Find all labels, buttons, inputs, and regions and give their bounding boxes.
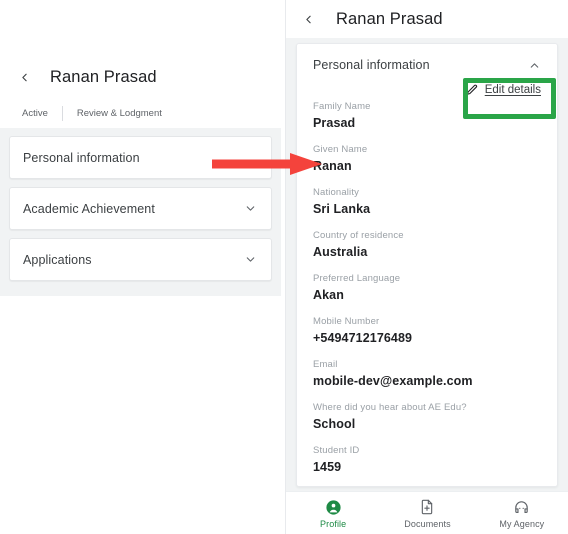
app-root: Ranan Prasad Active Review & Lodgment Pe… <box>0 0 568 534</box>
section-label: Academic Achievement <box>23 201 155 216</box>
field-label: Preferred Language <box>313 273 401 284</box>
page-title: Ranan Prasad <box>50 68 157 86</box>
field-label: Email <box>313 359 338 370</box>
field-value: School <box>313 417 356 431</box>
edit-details-label: Edit details <box>484 84 541 96</box>
background-screen-body: Personal information Academic Achievemen… <box>0 128 281 296</box>
active-screen-header: Ranan Prasad <box>286 0 568 38</box>
scroll-area[interactable]: Personal information Edit details Family… <box>286 38 568 492</box>
bottom-navigation: Profile Documents My Agency <box>286 491 568 534</box>
field-value: Prasad <box>313 116 356 130</box>
active-screen: Ranan Prasad Personal information Edit d… <box>285 0 568 534</box>
field-value: Australia <box>313 245 368 259</box>
background-screen: Ranan Prasad Active Review & Lodgment Pe… <box>0 56 281 296</box>
field-label: Student ID <box>313 445 360 456</box>
background-screen-header: Ranan Prasad <box>0 56 281 99</box>
chevron-up-icon[interactable] <box>528 59 541 72</box>
field-label: Country of residence <box>313 230 404 241</box>
edit-details-row: Edit details <box>313 84 541 106</box>
nav-label: Profile <box>320 518 347 529</box>
pencil-icon <box>466 84 478 96</box>
page-title: Ranan Prasad <box>336 9 443 28</box>
field-country-of-residence: Country of residence Australia <box>313 229 541 261</box>
personal-information-card: Personal information Edit details Family… <box>296 43 558 487</box>
section-academic-achievement[interactable]: Academic Achievement <box>9 187 272 230</box>
field-label: Where did you hear about AE Edu? <box>313 402 467 413</box>
nav-item-my-agency[interactable]: My Agency <box>475 498 568 529</box>
tab-review-lodgment[interactable]: Review & Lodgment <box>63 107 176 121</box>
section-label: Applications <box>23 252 92 267</box>
field-nationality: Nationality Sri Lanka <box>313 186 541 218</box>
field-email: Email mobile-dev@example.com <box>313 358 541 390</box>
field-given-name: Given Name Ranan <box>313 143 541 175</box>
headset-agent-icon <box>513 498 530 517</box>
field-value: Akan <box>313 288 344 302</box>
edit-details-button[interactable]: Edit details <box>464 82 543 98</box>
field-hear-about: Where did you hear about AE Edu? School <box>313 401 541 433</box>
field-value: Sri Lanka <box>313 202 371 216</box>
tab-active[interactable]: Active <box>8 107 62 121</box>
card-title: Personal information <box>313 58 430 72</box>
field-value: 1459 <box>313 460 342 474</box>
chevron-down-icon[interactable] <box>244 202 257 215</box>
section-label: Personal information <box>23 150 140 165</box>
field-label: Nationality <box>313 187 360 198</box>
chevron-left-icon[interactable] <box>12 66 36 90</box>
field-value: Ranan <box>313 159 352 173</box>
field-label: Given Name <box>313 144 368 155</box>
tab-bar: Active Review & Lodgment <box>0 99 281 128</box>
field-value: mobile-dev@example.com <box>313 374 473 388</box>
card-header[interactable]: Personal information <box>313 58 541 72</box>
section-applications[interactable]: Applications <box>9 238 272 281</box>
chevron-left-icon[interactable] <box>296 7 320 31</box>
field-student-id: Student ID 1459 <box>313 444 541 476</box>
field-preferred-language: Preferred Language Akan <box>313 272 541 304</box>
nav-label: My Agency <box>499 518 545 529</box>
field-value: +5494712176489 <box>313 331 413 345</box>
chevron-down-icon[interactable] <box>244 253 257 266</box>
nav-item-profile[interactable]: Profile <box>286 498 380 529</box>
person-circle-icon <box>325 498 342 517</box>
field-mobile-number: Mobile Number +5494712176489 <box>313 315 541 347</box>
nav-item-documents[interactable]: Documents <box>380 498 474 529</box>
field-label: Mobile Number <box>313 316 380 327</box>
document-add-icon <box>419 498 435 517</box>
nav-label: Documents <box>404 518 451 529</box>
section-personal-information[interactable]: Personal information <box>9 136 272 179</box>
